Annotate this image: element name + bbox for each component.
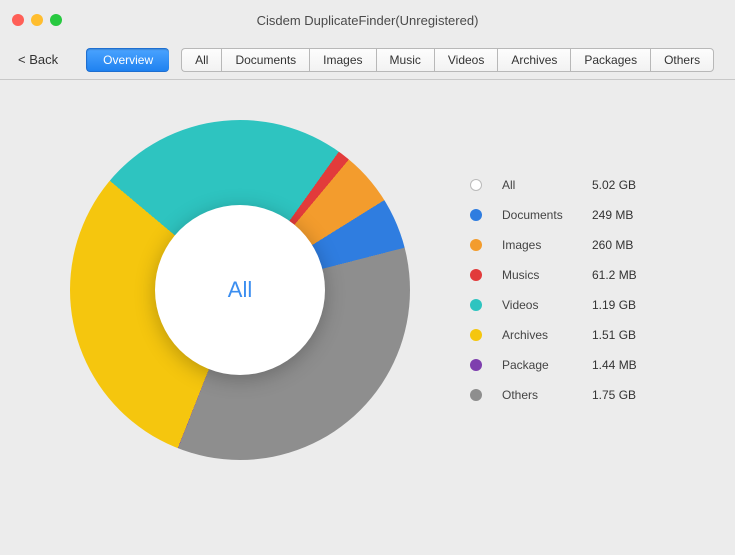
legend-row-musics: Musics61.2 MB xyxy=(470,260,637,290)
legend-value: 61.2 MB xyxy=(592,268,637,282)
legend-value: 1.19 GB xyxy=(592,298,636,312)
legend-label: Musics xyxy=(502,268,592,282)
legend-value: 1.51 GB xyxy=(592,328,636,342)
tab-overview[interactable]: Overview xyxy=(86,48,169,72)
legend-label: Archives xyxy=(502,328,592,342)
legend-row-package: Package1.44 MB xyxy=(470,350,637,380)
legend-label: Package xyxy=(502,358,592,372)
legend-row-documents: Documents249 MB xyxy=(470,200,637,230)
legend-swatch-icon xyxy=(470,359,482,371)
toolbar: < Back Overview AllDocumentsImagesMusicVi… xyxy=(0,40,735,80)
tab-bar: Overview AllDocumentsImagesMusicVideosArc… xyxy=(86,48,714,72)
legend-label: Documents xyxy=(502,208,592,222)
legend-row-all: All5.02 GB xyxy=(470,170,637,200)
legend-label: All xyxy=(502,178,592,192)
zoom-icon[interactable] xyxy=(50,14,62,26)
tab-music[interactable]: Music xyxy=(376,48,434,72)
legend-swatch-icon xyxy=(470,209,482,221)
close-icon[interactable] xyxy=(12,14,24,26)
titlebar: Cisdem DuplicateFinder(Unregistered) xyxy=(0,0,735,40)
legend-row-others: Others1.75 GB xyxy=(470,380,637,410)
minimize-icon[interactable] xyxy=(31,14,43,26)
legend-row-videos: Videos1.19 GB xyxy=(470,290,637,320)
legend-swatch-icon xyxy=(470,299,482,311)
back-button[interactable]: < Back xyxy=(10,48,66,71)
tab-videos[interactable]: Videos xyxy=(434,48,497,72)
window-title: Cisdem DuplicateFinder(Unregistered) xyxy=(0,13,735,28)
legend-swatch-icon xyxy=(470,389,482,401)
legend-label: Others xyxy=(502,388,592,402)
legend-row-images: Images260 MB xyxy=(470,230,637,260)
legend-value: 5.02 GB xyxy=(592,178,636,192)
tab-packages[interactable]: Packages xyxy=(570,48,650,72)
legend-swatch-icon xyxy=(470,239,482,251)
legend-swatch-icon xyxy=(470,179,482,191)
content: All All5.02 GBDocuments249 MBImages260 M… xyxy=(0,80,735,500)
legend-swatch-icon xyxy=(470,329,482,341)
chart-center-label: All xyxy=(155,205,325,375)
legend-value: 249 MB xyxy=(592,208,633,222)
tab-all[interactable]: All xyxy=(181,48,221,72)
tab-others[interactable]: Others xyxy=(650,48,714,72)
legend-row-archives: Archives1.51 GB xyxy=(470,320,637,350)
legend-swatch-icon xyxy=(470,269,482,281)
tab-documents[interactable]: Documents xyxy=(221,48,309,72)
legend-value: 1.75 GB xyxy=(592,388,636,402)
legend-value: 260 MB xyxy=(592,238,633,252)
legend-label: Images xyxy=(502,238,592,252)
tab-archives[interactable]: Archives xyxy=(497,48,570,72)
legend: All5.02 GBDocuments249 MBImages260 MBMus… xyxy=(470,170,637,410)
legend-label: Videos xyxy=(502,298,592,312)
legend-value: 1.44 MB xyxy=(592,358,637,372)
window-controls xyxy=(0,14,62,26)
tab-images[interactable]: Images xyxy=(309,48,375,72)
overview-donut-chart: All xyxy=(70,120,410,460)
